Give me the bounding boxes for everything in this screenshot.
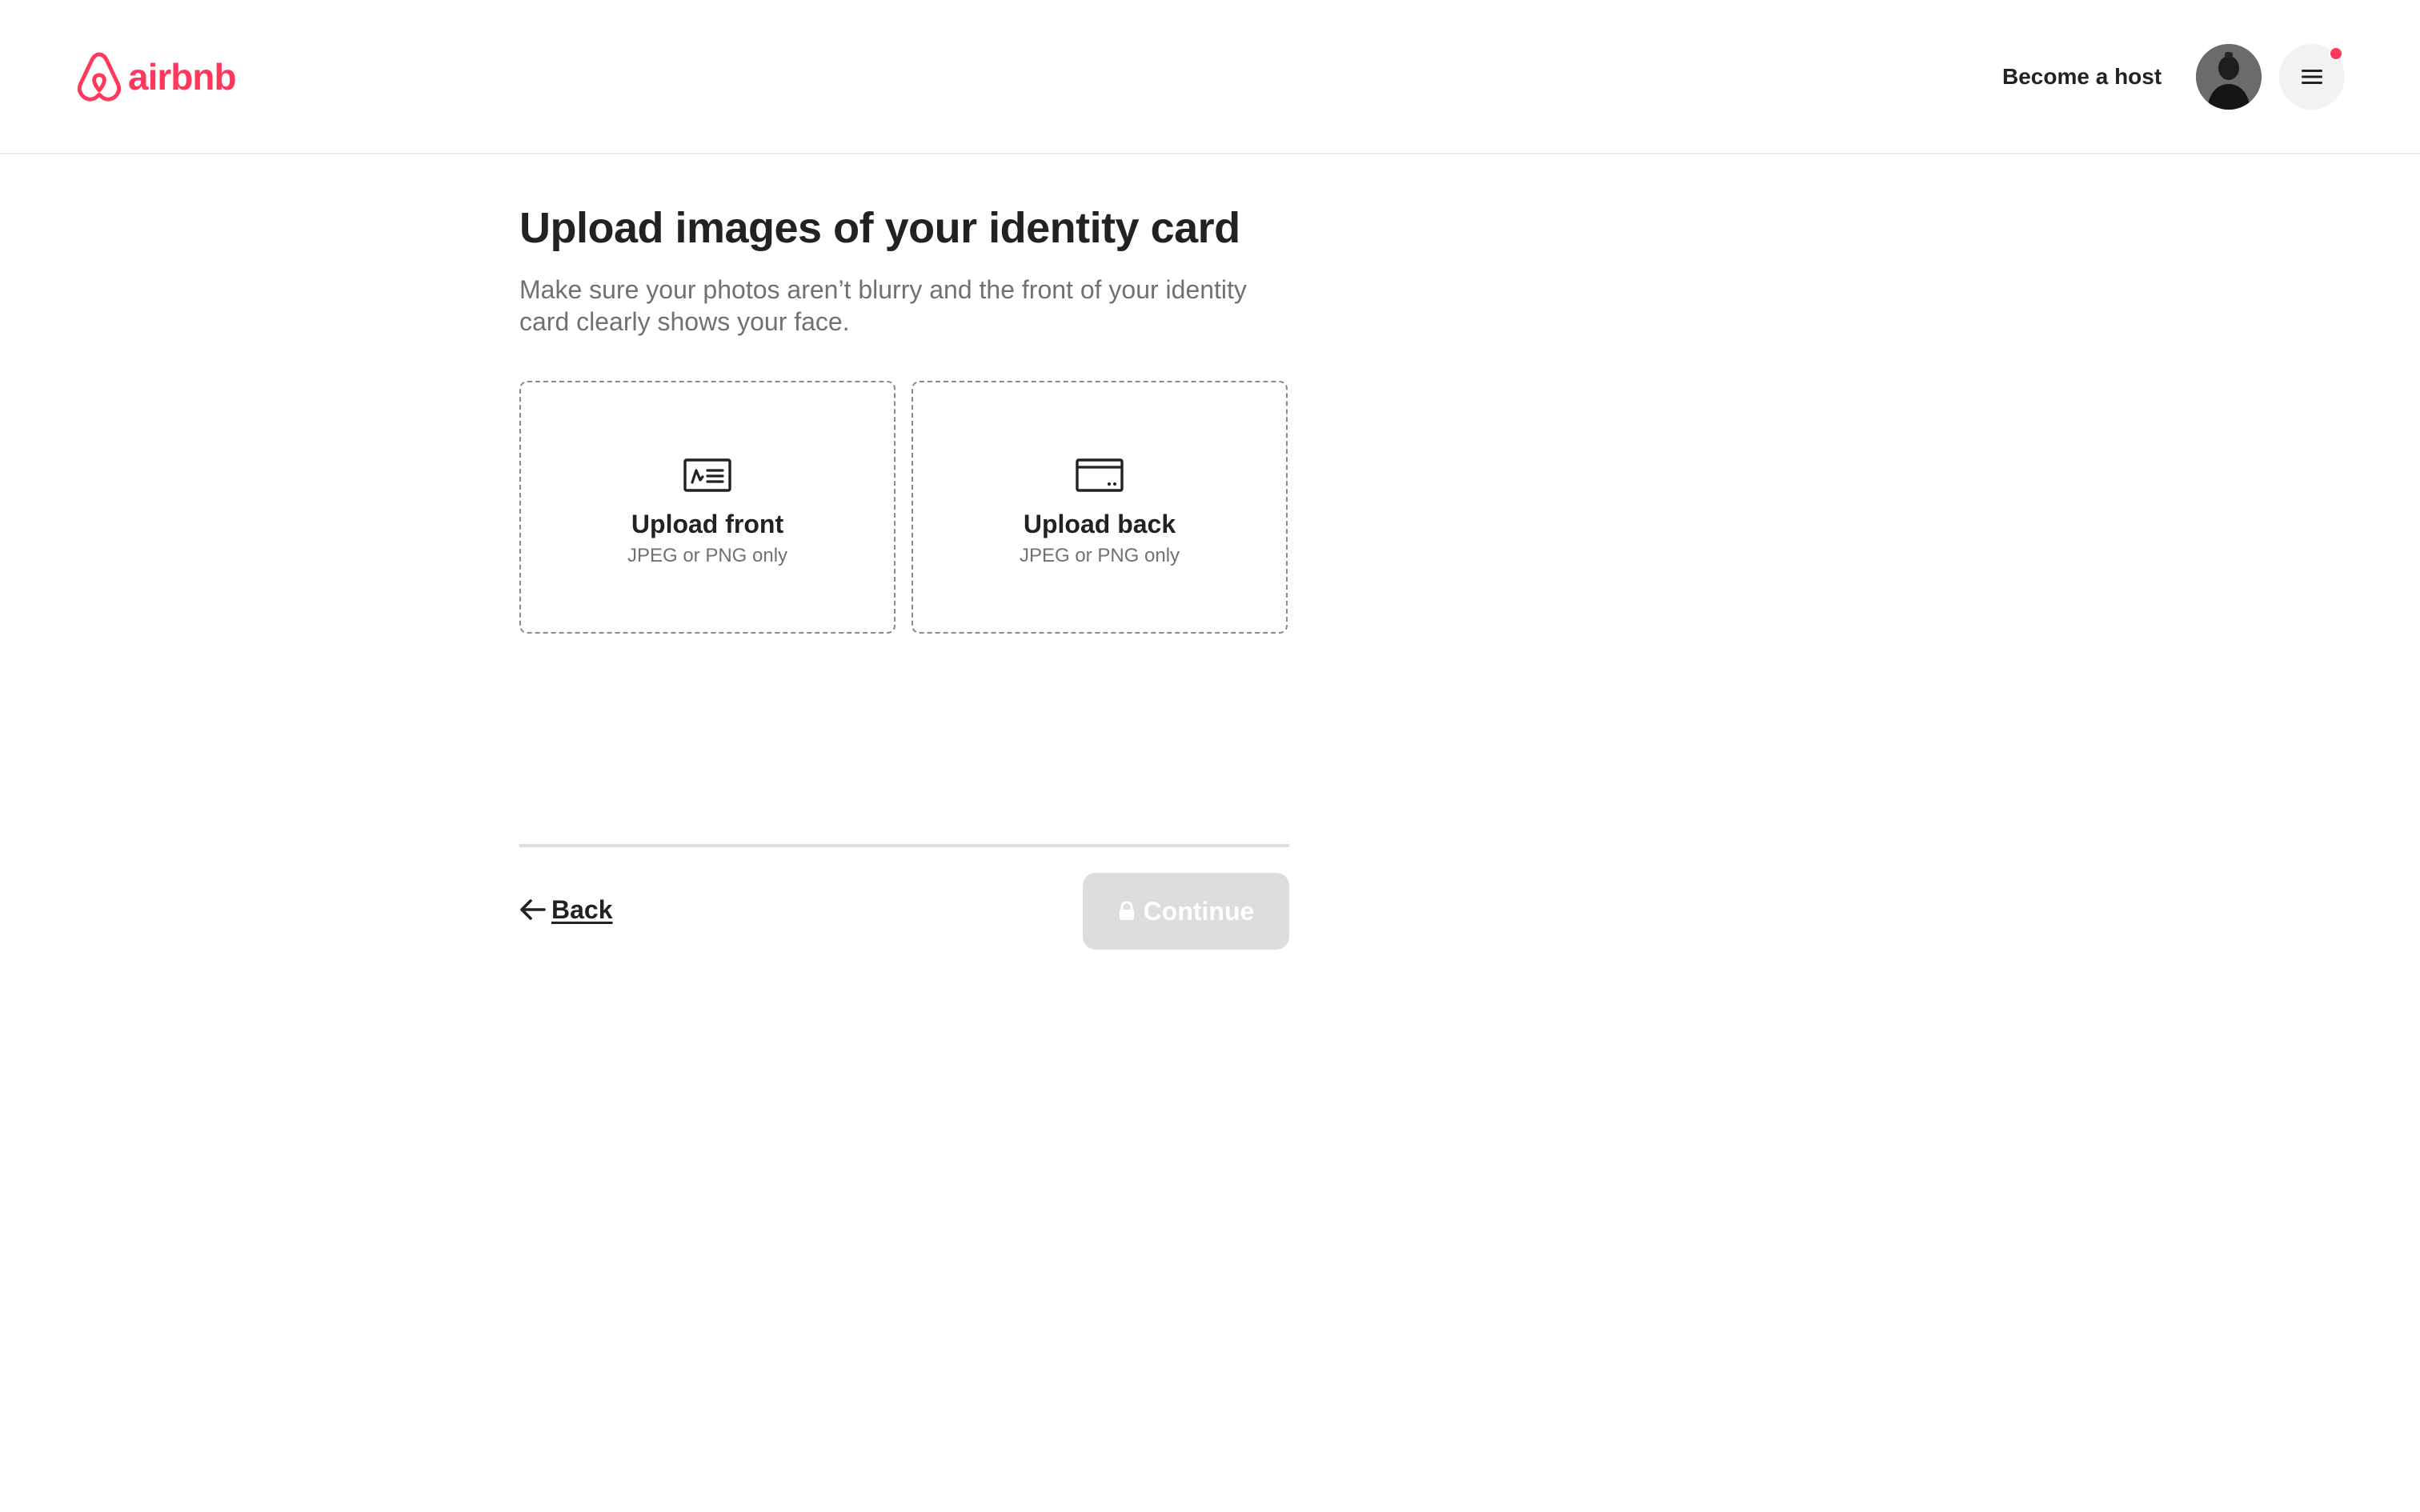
arrow-left-icon [520, 899, 546, 920]
back-label: Back [551, 894, 613, 924]
upload-front-button[interactable]: Upload front JPEG or PNG only [519, 381, 895, 634]
footer-divider [519, 844, 1289, 847]
become-a-host-link[interactable]: Become a host [1983, 48, 2181, 106]
id-card-front-icon [683, 458, 731, 492]
upload-front-hint: JPEG or PNG only [627, 545, 788, 566]
airbnb-logo-link[interactable]: airbnb [75, 48, 237, 106]
continue-button[interactable]: Continue [1083, 873, 1289, 950]
back-button[interactable]: Back [519, 891, 613, 928]
identity-upload-section: Upload images of your identity card Make… [519, 200, 1289, 634]
continue-label: Continue [1143, 896, 1255, 926]
upload-options: Upload front JPEG or PNG only Upload bac… [519, 381, 1289, 634]
hamburger-menu-icon [2302, 70, 2322, 84]
upload-front-label: Upload front [631, 510, 784, 538]
user-avatar[interactable] [2196, 44, 2262, 110]
notification-badge [2329, 46, 2343, 61]
logo-wordmark: airbnb [128, 56, 237, 98]
lock-icon [1119, 901, 1134, 920]
page-subtitle: Make sure your photos aren’t blurry and … [519, 275, 1247, 336]
airbnb-logo-icon [77, 52, 122, 102]
page-title: Upload images of your identity card [519, 204, 1240, 252]
avatar-photo-icon [2196, 44, 2262, 110]
upload-back-hint: JPEG or PNG only [1019, 545, 1180, 566]
upload-back-button[interactable]: Upload back JPEG or PNG only [912, 381, 1288, 634]
id-card-back-icon [1076, 458, 1124, 492]
upload-back-label: Upload back [1023, 510, 1176, 538]
top-navigation-bar: airbnb Become a host [0, 0, 2420, 154]
